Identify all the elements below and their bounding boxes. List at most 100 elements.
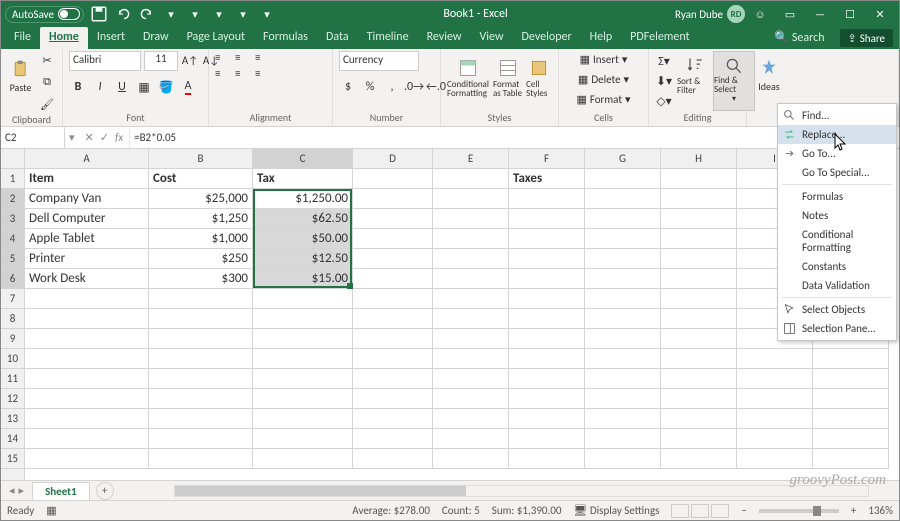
font-name-select[interactable]: Calibri xyxy=(69,51,141,71)
cell-G10[interactable] xyxy=(585,349,661,369)
user-account[interactable]: Ryan Dube RD xyxy=(675,5,745,23)
cell-D3[interactable] xyxy=(353,209,433,229)
cell-J10[interactable] xyxy=(813,349,889,369)
enter-formula-icon[interactable]: ✓ xyxy=(100,131,109,144)
align-bottom-icon[interactable]: ≡ xyxy=(255,51,273,65)
cell-B13[interactable] xyxy=(149,409,253,429)
cell-F4[interactable] xyxy=(509,229,585,249)
cell-A2[interactable]: Company Van xyxy=(25,189,149,209)
column-header-A[interactable]: A xyxy=(25,149,149,169)
cell-D14[interactable] xyxy=(353,429,433,449)
column-header-D[interactable]: D xyxy=(353,149,433,169)
cell-I15[interactable] xyxy=(737,449,813,469)
paste-button[interactable]: Paste xyxy=(7,55,34,109)
bold-button[interactable]: B xyxy=(69,78,87,96)
cell-F10[interactable] xyxy=(509,349,585,369)
menu-select-objects[interactable]: Select Objects xyxy=(778,300,896,319)
tab-timeline[interactable]: Timeline xyxy=(358,27,418,49)
cell-E6[interactable] xyxy=(433,269,509,289)
maximize-icon[interactable]: ☐ xyxy=(835,8,865,21)
cell-F15[interactable] xyxy=(509,449,585,469)
conditional-formatting-button[interactable]: Conditional Formatting xyxy=(447,54,489,108)
cell-A13[interactable] xyxy=(25,409,149,429)
cell-H13[interactable] xyxy=(661,409,737,429)
cell-G2[interactable] xyxy=(585,189,661,209)
cell-C13[interactable] xyxy=(253,409,353,429)
cell-F7[interactable] xyxy=(509,289,585,309)
cancel-formula-icon[interactable]: ✕ xyxy=(85,131,94,144)
clear-icon[interactable]: ◇▾ xyxy=(655,92,673,110)
sheet-nav-prev-icon[interactable]: ◂ xyxy=(9,484,15,497)
font-color-icon[interactable]: A xyxy=(179,78,197,96)
cell-G3[interactable] xyxy=(585,209,661,229)
accessibility-icon[interactable]: ▦ xyxy=(46,504,56,517)
insert-cells-button[interactable]: ▦Insert ▾ xyxy=(580,51,628,67)
column-header-G[interactable]: G xyxy=(585,149,661,169)
tab-pdfelement[interactable]: PDFelement xyxy=(621,27,698,49)
name-box[interactable]: C2 xyxy=(1,127,65,148)
sheet-nav-next-icon[interactable]: ▸ xyxy=(19,484,25,497)
cell-E3[interactable] xyxy=(433,209,509,229)
cell-C7[interactable] xyxy=(253,289,353,309)
cell-B7[interactable] xyxy=(149,289,253,309)
cell-G12[interactable] xyxy=(585,389,661,409)
cell-B12[interactable] xyxy=(149,389,253,409)
save-icon[interactable] xyxy=(90,5,108,23)
align-left-icon[interactable]: ≡ xyxy=(215,67,233,81)
cell-F2[interactable] xyxy=(509,189,585,209)
cell-H10[interactable] xyxy=(661,349,737,369)
column-header-E[interactable]: E xyxy=(433,149,509,169)
format-as-table-button[interactable]: Format as Table xyxy=(493,54,522,108)
qat-icon[interactable]: ▾ xyxy=(162,5,180,23)
number-format-select[interactable]: Currency xyxy=(339,51,419,71)
cell-E12[interactable] xyxy=(433,389,509,409)
zoom-out-button[interactable]: − xyxy=(741,504,746,517)
cell-F1[interactable]: Taxes xyxy=(509,169,585,189)
row-header-15[interactable]: 15 xyxy=(1,449,24,469)
cell-E8[interactable] xyxy=(433,309,509,329)
cell-D5[interactable] xyxy=(353,249,433,269)
minimize-icon[interactable]: — xyxy=(805,8,835,21)
cell-C6[interactable]: $15.00 xyxy=(253,269,353,289)
cell-E15[interactable] xyxy=(433,449,509,469)
italic-button[interactable]: I xyxy=(91,78,109,96)
cell-H14[interactable] xyxy=(661,429,737,449)
currency-icon[interactable]: $ xyxy=(339,78,357,96)
row-header-1[interactable]: 1 xyxy=(1,169,24,189)
align-center-icon[interactable]: ≡ xyxy=(235,67,253,81)
menu-conditional-formatting[interactable]: Conditional Formatting xyxy=(778,225,896,257)
row-header-5[interactable]: 5 xyxy=(1,249,24,269)
delete-cells-button[interactable]: ▦Delete ▾ xyxy=(578,71,629,87)
cell-F9[interactable] xyxy=(509,329,585,349)
cell-C8[interactable] xyxy=(253,309,353,329)
cell-F5[interactable] xyxy=(509,249,585,269)
cell-C2[interactable]: $1,250.00 xyxy=(253,189,353,209)
cell-D13[interactable] xyxy=(353,409,433,429)
view-buttons[interactable] xyxy=(671,504,729,518)
zoom-level[interactable]: 136% xyxy=(868,504,893,517)
cell-C5[interactable]: $12.50 xyxy=(253,249,353,269)
tab-data[interactable]: Data xyxy=(317,27,358,49)
menu-goto-special[interactable]: Go To Special... xyxy=(778,163,896,182)
cell-D1[interactable] xyxy=(353,169,433,189)
cell-G5[interactable] xyxy=(585,249,661,269)
cell-E11[interactable] xyxy=(433,369,509,389)
close-icon[interactable]: ✕ xyxy=(865,8,895,21)
zoom-in-button[interactable]: + xyxy=(851,504,856,517)
row-header-10[interactable]: 10 xyxy=(1,349,24,369)
align-middle-icon[interactable]: ≡ xyxy=(235,51,253,65)
sheet-tab-sheet1[interactable]: Sheet1 xyxy=(32,482,90,500)
cell-E14[interactable] xyxy=(433,429,509,449)
percent-icon[interactable]: % xyxy=(361,78,379,96)
cell-B8[interactable] xyxy=(149,309,253,329)
cell-G13[interactable] xyxy=(585,409,661,429)
cell-C12[interactable] xyxy=(253,389,353,409)
cell-E5[interactable] xyxy=(433,249,509,269)
increase-font-icon[interactable]: A↑ xyxy=(181,51,199,69)
fill-color-icon[interactable]: 🪣 xyxy=(157,78,175,96)
worksheet-grid[interactable]: 123456789101112131415 ABCDEFGHIJ ItemCos… xyxy=(1,149,899,480)
cell-styles-button[interactable]: Cell Styles xyxy=(526,54,552,108)
fx-icon[interactable]: fx xyxy=(115,131,123,144)
menu-formulas[interactable]: Formulas xyxy=(778,187,896,206)
cell-A10[interactable] xyxy=(25,349,149,369)
